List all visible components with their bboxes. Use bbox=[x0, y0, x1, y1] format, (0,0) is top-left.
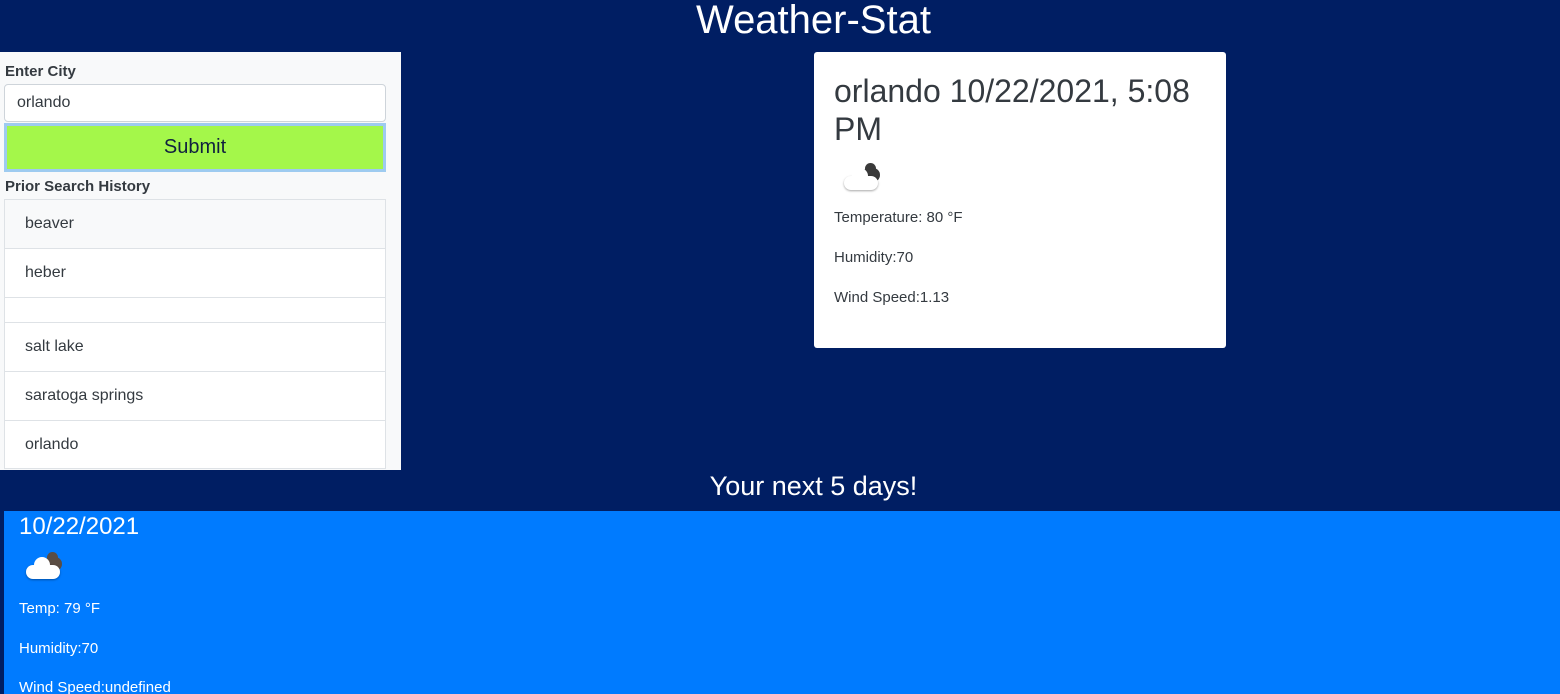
history-item[interactable]: heber bbox=[4, 248, 386, 298]
current-humidity: Humidity:70 bbox=[834, 249, 914, 266]
current-city-date: orlando 10/22/2021, 5:08 PM bbox=[834, 73, 1190, 147]
forecast-heading: Your next 5 days! bbox=[709, 471, 918, 501]
history-item[interactable] bbox=[4, 297, 386, 323]
current-wind-speed: Wind Speed:1.13 bbox=[834, 289, 950, 306]
history-item[interactable]: saratoga springs bbox=[4, 371, 386, 421]
partly-cloudy-icon bbox=[838, 163, 884, 199]
forecast-temperature: Temp: 79 °F bbox=[19, 600, 101, 617]
forecast-humidity: Humidity:70 bbox=[19, 640, 99, 657]
search-sidebar: Enter City Submit Prior Search History b… bbox=[0, 52, 401, 470]
forecast-date: 10/22/2021 bbox=[19, 513, 140, 540]
page-title: Weather-Stat bbox=[696, 0, 931, 42]
city-search-input[interactable] bbox=[4, 84, 386, 122]
forecast-wind-speed: Wind Speed:undefined bbox=[19, 679, 171, 694]
history-label: Prior Search History bbox=[5, 178, 151, 195]
partly-cloudy-icon bbox=[20, 552, 66, 588]
enter-city-label: Enter City bbox=[5, 63, 76, 80]
current-temperature: Temperature: 80 °F bbox=[834, 209, 963, 226]
search-history-list: beaver heber salt lake saratoga springs … bbox=[4, 199, 386, 469]
history-item[interactable]: orlando bbox=[4, 420, 386, 469]
history-item[interactable]: beaver bbox=[4, 199, 386, 249]
submit-button[interactable]: Submit bbox=[4, 123, 386, 172]
forecast-day-card: 10/22/2021 Temp: 79 °F Humidity:70 Wind … bbox=[4, 511, 1560, 694]
history-item[interactable]: salt lake bbox=[4, 322, 386, 372]
current-weather-card: orlando 10/22/2021, 5:08 PM Temperature:… bbox=[814, 52, 1226, 348]
